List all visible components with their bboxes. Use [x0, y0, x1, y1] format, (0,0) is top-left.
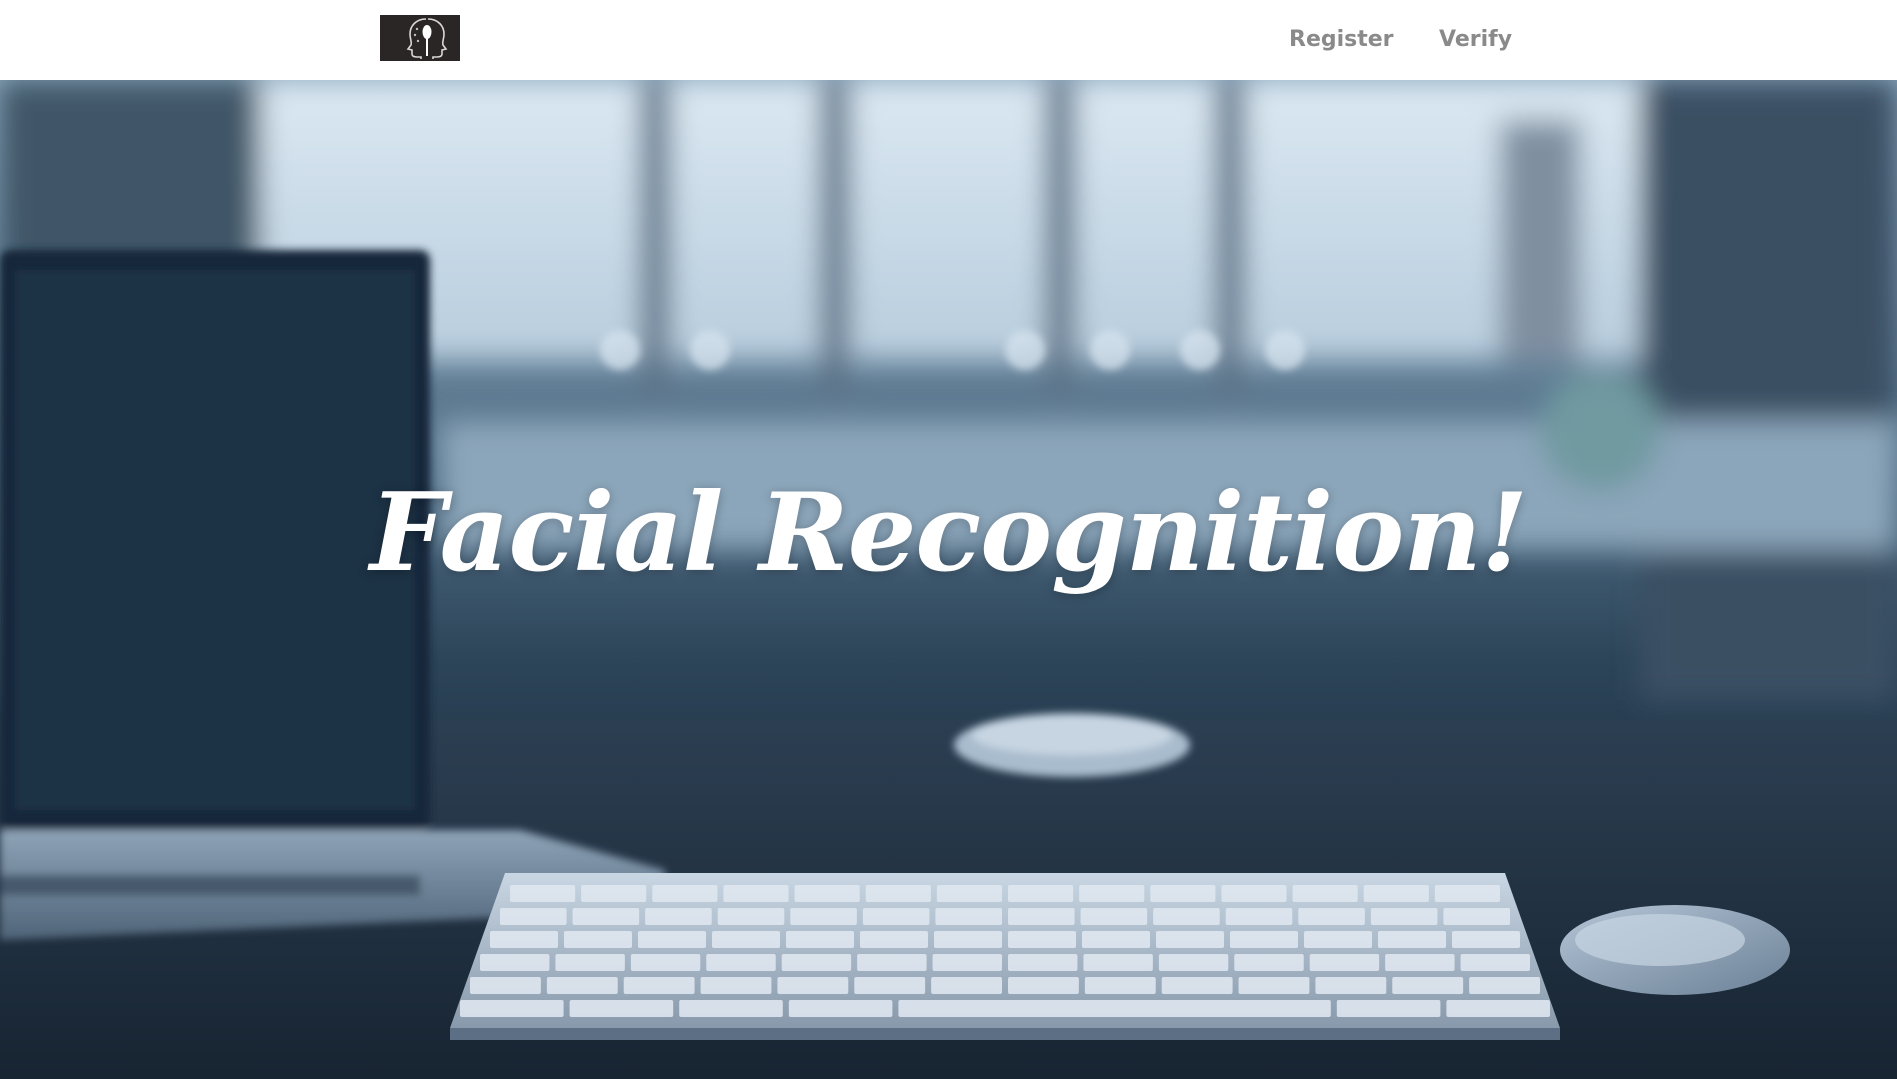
keyboard-key: [1363, 885, 1429, 902]
keyboard-key: [1082, 931, 1150, 948]
keyboard-key: [1153, 908, 1220, 925]
keyboard-key: [854, 977, 926, 994]
keyboard-key: [1008, 977, 1079, 994]
keyboard-key: [1378, 931, 1446, 948]
keyboard-key: [470, 977, 541, 994]
keyboard-key: [1469, 977, 1540, 994]
keyboard-key: [1292, 885, 1358, 902]
keyboard-key: [1008, 931, 1076, 948]
keyboard-key: [857, 954, 927, 971]
keyboard-key: [1446, 1000, 1550, 1017]
keyboard-key: [546, 977, 618, 994]
keyboard-key: [460, 1000, 564, 1017]
keyboard-key: [480, 954, 550, 971]
keyboard-key: [932, 954, 1002, 971]
keyboard-key: [500, 908, 567, 925]
keyboard-key: [1452, 931, 1520, 948]
keyboard-key: [794, 885, 860, 902]
keyboard-key: [638, 931, 706, 948]
keyboard-key: [1225, 908, 1293, 925]
keyboard-key: [1304, 931, 1372, 948]
keyboard-key: [1008, 954, 1078, 971]
keyboard-key: [712, 931, 780, 948]
keyboard-key: [1008, 908, 1075, 925]
keyboard-key: [1336, 1000, 1441, 1017]
keyboard-key: [564, 931, 632, 948]
keyboard-key: [581, 885, 647, 902]
keyboard-key: [862, 908, 930, 925]
keyboard-key: [860, 931, 928, 948]
hero-banner: Facial Recognition!: [0, 80, 1897, 1079]
keyboard-key: [1434, 885, 1500, 902]
keyboard-key: [788, 1000, 893, 1017]
keyboard-key: [1008, 885, 1074, 902]
keyboard-key: [1443, 908, 1510, 925]
keyboard-key: [790, 908, 857, 925]
keyboard-key: [1309, 954, 1380, 971]
hero-title: Facial Recognition!: [369, 470, 1528, 596]
keyboard-key: [630, 954, 701, 971]
keyboard-key: [1392, 977, 1464, 994]
face-profile-logo-icon[interactable]: [380, 15, 460, 61]
nav-verify-link[interactable]: Verify: [1439, 22, 1512, 58]
keyboard-key: [1315, 977, 1387, 994]
keyboard-key: [490, 931, 558, 948]
keyboard-key: [777, 977, 849, 994]
keyboard-key: [706, 954, 776, 971]
keyboard-key: [1156, 931, 1224, 948]
keyboard-key: [652, 885, 718, 902]
keyboard-key: [865, 885, 931, 902]
keyboard-key: [1370, 908, 1438, 925]
keyboard-key: [1084, 977, 1156, 994]
keyboard-key: [1234, 954, 1304, 971]
keyboard-key: [1080, 908, 1148, 925]
keyboard-key: [1221, 885, 1287, 902]
keyboard-key: [1079, 885, 1145, 902]
keyboard-key: [717, 908, 785, 925]
keyboard-key: [931, 977, 1002, 994]
keyboard-key: [1158, 954, 1229, 971]
keyboard-key: [935, 908, 1002, 925]
keyboard-key: [934, 931, 1002, 948]
keyboard-key: [936, 885, 1002, 902]
keyboard-key: [572, 908, 640, 925]
keyboard-key: [1150, 885, 1216, 902]
nav-register-link[interactable]: Register: [1289, 22, 1394, 58]
keyboard-key: [1083, 954, 1153, 971]
keyboard-key: [1230, 931, 1298, 948]
keyboard-key: [1460, 954, 1530, 971]
keyboard-key: [555, 954, 625, 971]
keyboard-key: [1161, 977, 1233, 994]
keyboard-key: [1385, 954, 1455, 971]
keyboard-key: [700, 977, 772, 994]
keyboard-key: [898, 1000, 1331, 1017]
keyboard-key: [679, 1000, 783, 1017]
keyboard-key: [1238, 977, 1310, 994]
keyboard-key: [723, 885, 789, 902]
keyboard-key: [781, 954, 852, 971]
top-navbar: Register Verify: [0, 0, 1897, 80]
keyboard-key: [623, 977, 695, 994]
keyboard-key: [510, 885, 576, 902]
keyboard-key: [1298, 908, 1365, 925]
keyboard-key: [569, 1000, 674, 1017]
keyboard-key: [786, 931, 854, 948]
keyboard-key: [645, 908, 712, 925]
